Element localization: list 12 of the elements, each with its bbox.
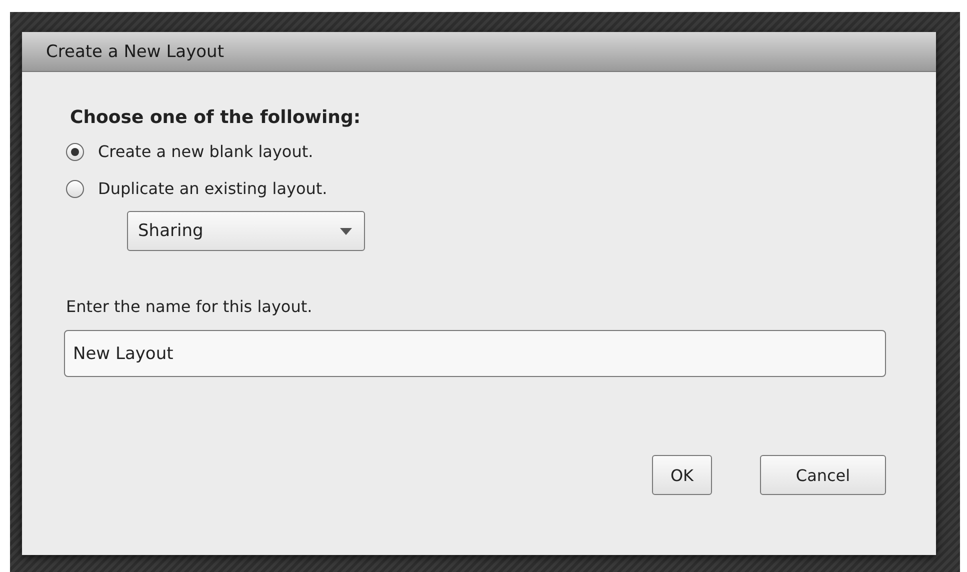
option-label: Duplicate an existing layout. [98,179,328,198]
field-label: Enter the name for this layout. [66,297,314,316]
cancel-button[interactable]: Cancel [760,455,886,495]
radio-button[interactable] [66,142,84,160]
dialog-title: Create a New Layout [46,42,224,62]
ok-button[interactable]: OK [652,455,712,495]
option-label: Create a new blank layout. [98,142,314,161]
heading: Choose one of the following: [70,107,362,128]
radio-button[interactable] [66,180,84,198]
layout-dropdown[interactable]: Sharing [127,211,365,251]
name-field[interactable]: New Layout [64,330,886,377]
caret-icon [340,228,352,234]
